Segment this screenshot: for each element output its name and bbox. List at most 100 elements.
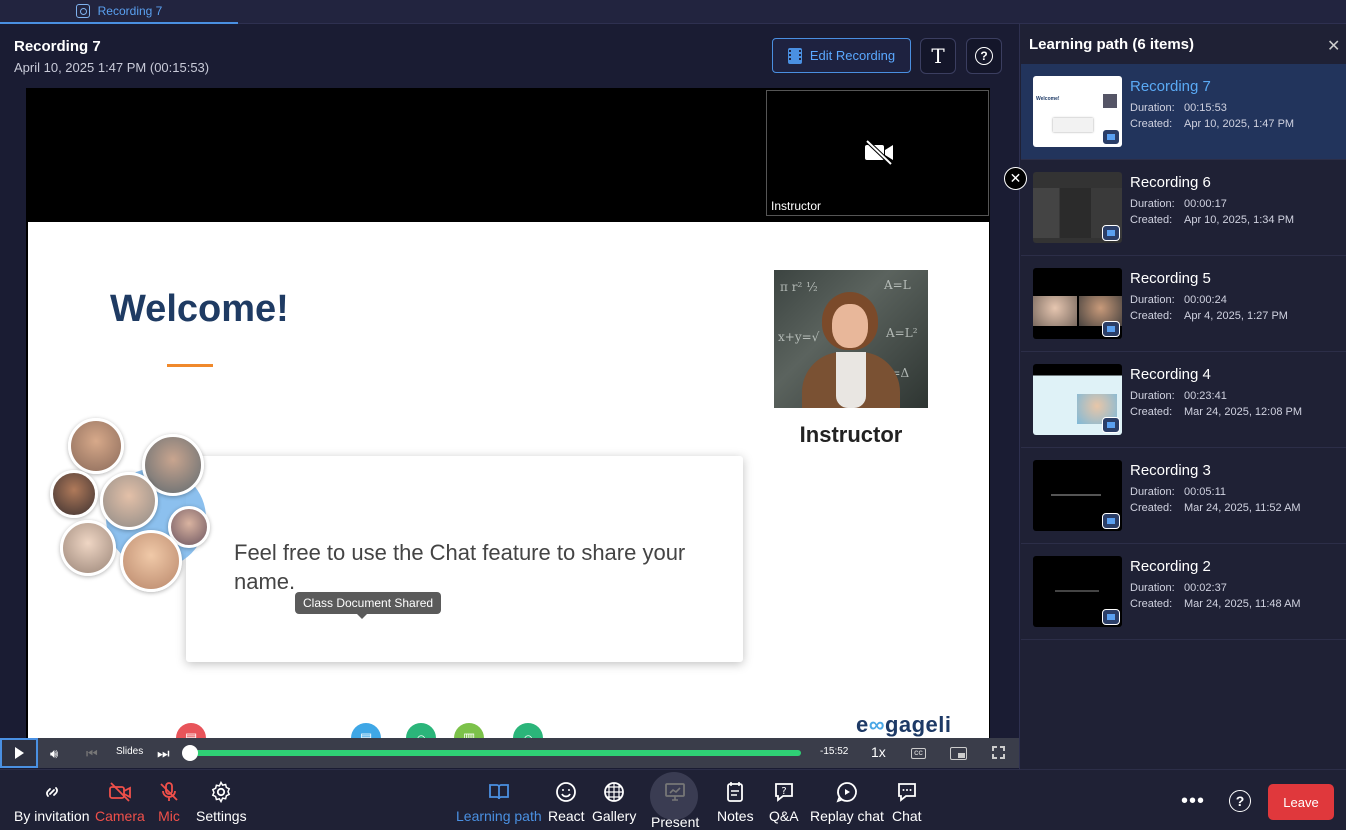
chat-button[interactable]: Chat [892,780,922,824]
text-size-button[interactable]: T [920,38,956,74]
replay-chat-icon [836,782,857,803]
recording-duration: 00:23:41 [1184,390,1227,402]
recording-duration: 00:02:37 [1184,582,1227,594]
help-icon: ? [975,47,993,65]
recording-created: Apr 4, 2025, 1:27 PM [1184,310,1288,322]
close-icon[interactable]: ✕ [1327,36,1340,56]
progress-handle[interactable] [182,745,198,761]
recording-list-item[interactable]: Recording 4 Duration: 00:23:41 Created: Ma… [1021,352,1346,448]
recording-name: Recording 5 [1130,270,1211,287]
mic-button[interactable]: Mic [157,780,181,824]
recording-thumbnail: Welcome! [1033,76,1122,147]
present-label: Present [651,814,700,830]
captions-icon[interactable]: CC [911,748,926,759]
card-text: Feel free to use the Chat feature to sha… [234,540,686,594]
more-options-icon[interactable]: ••• [1181,790,1205,813]
chat-icon [897,783,916,802]
learning-path-button[interactable]: Learning path [456,780,542,824]
svg-text:?: ? [781,786,786,797]
top-tabbar: Recording 7 [0,0,1346,24]
chat-label: Chat [892,808,922,824]
gallery-button[interactable]: Gallery [592,780,636,824]
page-title: Recording 7 [14,38,101,55]
recording-duration: 00:00:24 [1184,294,1227,306]
camera-button[interactable]: Camera [95,780,145,824]
recording-name: Recording 4 [1130,366,1211,383]
recording-list-item[interactable]: Recording 3 Duration: 00:05:11 Created: Ma… [1021,448,1346,544]
react-button[interactable]: React [548,780,585,824]
volume-icon[interactable]: 🔊︎ [50,746,58,762]
recording-created: Apr 10, 2025, 1:34 PM [1184,214,1295,226]
recording-badge-icon [1102,609,1120,625]
slides-label: Slides [116,746,144,757]
recording-name: Recording 3 [1130,462,1211,479]
recording-thumbnail [1033,460,1122,531]
recording-list-item[interactable]: Recording 6 Duration: 00:00:17 Created: Ap… [1021,160,1346,256]
notes-icon [727,782,744,802]
camera-off-icon [865,139,893,165]
close-overlay-button[interactable]: ✕ [1004,167,1027,190]
question-bubble-icon: ? [774,783,793,802]
help-button[interactable]: ? [966,38,1002,74]
grid-icon [604,782,625,802]
recording-duration: 00:00:17 [1184,198,1227,210]
previous-slide-icon[interactable]: ⏮︎ [86,746,98,762]
recording-created: Mar 24, 2025, 11:48 AM [1184,598,1301,610]
help-icon[interactable]: ? [1229,790,1251,812]
recording-badge-icon [1102,225,1120,241]
by-invitation-button[interactable]: By invitation [14,780,89,824]
recording-list-item[interactable]: Recording 2 Duration: 00:02:37 Created: Ma… [1021,544,1346,640]
settings-button[interactable]: Settings [196,780,247,824]
next-slide-icon[interactable]: ⏭︎ [157,745,170,762]
replay-chat-button[interactable]: Replay chat [810,780,884,824]
mic-off-icon [160,782,178,801]
recording-thumbnail [1033,556,1122,627]
recording-created: Mar 24, 2025, 11:52 AM [1184,502,1301,514]
time-remaining: -15:52 [820,746,849,757]
camera-off-icon [108,782,131,802]
present-button[interactable]: Present [651,780,699,830]
book-icon [488,784,509,800]
learning-path-label: Learning path [456,808,542,824]
gallery-label: Gallery [592,808,637,824]
learning-path-title: Learning path (6 items) [1029,36,1195,53]
qa-button[interactable]: ? Q&A [769,780,799,824]
recording-list-item[interactable]: Welcome! Recording 7 Duration: 00:15:53 C… [1021,64,1346,160]
edit-recording-button[interactable]: Edit Recording [772,38,911,73]
replay-chat-label: Replay chat [810,808,884,824]
tab-recording[interactable]: Recording 7 [0,0,238,24]
recording-created: Mar 24, 2025, 12:08 PM [1184,406,1303,418]
edit-recording-label: Edit Recording [809,48,896,63]
bottom-toolbar: By invitation Camera Mic Settings Learni… [0,769,1346,830]
recording-badge-icon [1102,513,1120,529]
recording-name: Recording 2 [1130,558,1211,575]
tab-label: Recording 7 [97,4,163,18]
playback-speed[interactable]: 1x [871,744,886,760]
close-icon: ✕ [1009,170,1022,186]
notes-label: Notes [717,808,754,824]
recording-date: April 10, 2025 1:47 PM (00:15:53) [14,60,210,75]
fullscreen-icon[interactable] [991,745,1006,760]
recording-duration: 00:15:53 [1184,102,1227,114]
event-tooltip: Class Document Shared [295,592,442,619]
qa-label: Q&A [769,808,799,824]
recording-badge-icon [1102,129,1120,145]
leave-button[interactable]: Leave [1268,784,1334,820]
recording-duration: 00:05:11 [1184,486,1227,498]
engageli-logo: e∞gageli [856,712,952,737]
picture-in-picture-icon[interactable] [950,747,967,760]
mic-label: Mic [158,808,180,824]
message-card: Feel free to use the Chat feature to sha… [186,456,743,662]
play-icon [14,747,24,759]
recording-thumbnail [1033,268,1122,339]
video-player[interactable]: Instructor Welcome! π r² ½ A=L x+y=√ A=L… [26,88,990,766]
text-format-icon: T [931,44,945,68]
recording-list-item[interactable]: Recording 5 Duration: 00:00:24 Created: Ap… [1021,256,1346,352]
play-button[interactable] [0,738,38,768]
settings-label: Settings [196,808,247,824]
instructor-caption: Instructor [799,422,903,447]
progress-track[interactable] [190,750,801,756]
recording-badge-icon [1102,321,1120,337]
notes-button[interactable]: Notes [717,780,754,824]
instructor-camera-tile: Instructor [766,90,989,216]
